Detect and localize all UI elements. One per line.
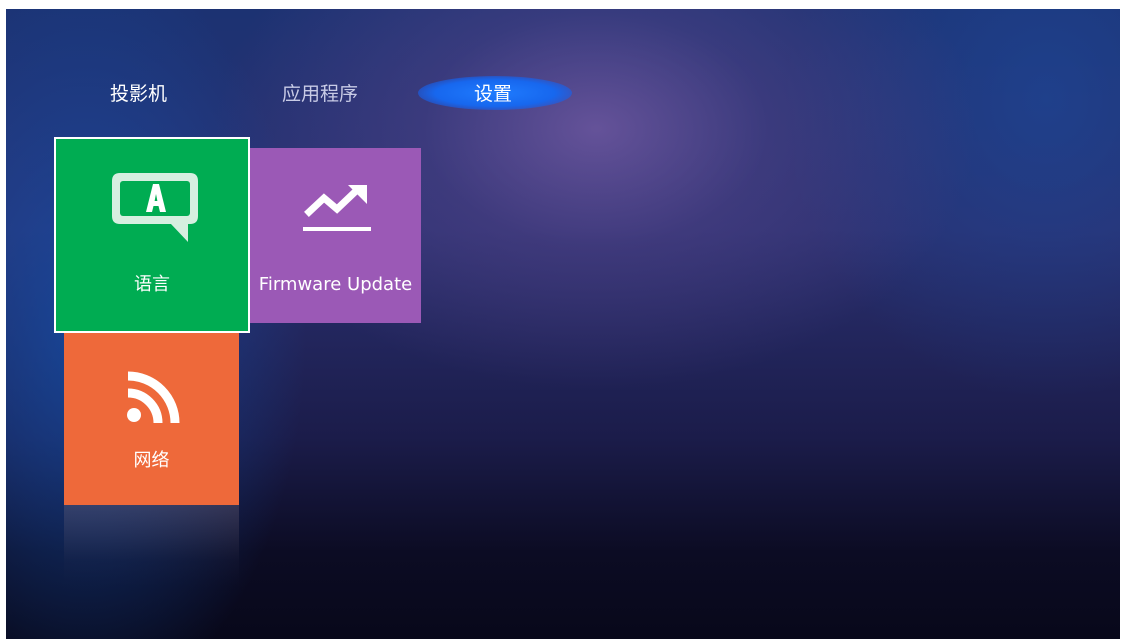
tab-apps[interactable]: 应用程序: [282, 81, 358, 107]
network-label: 网络: [133, 450, 170, 471]
firmware-update-label: Firmware Update: [258, 274, 413, 295]
network-tile[interactable]: 网络: [64, 331, 239, 505]
rss-icon: [127, 371, 180, 424]
tile-reflection: [64, 505, 239, 585]
top-tab-bar: 投影机 应用程序 设置: [6, 9, 1120, 139]
tab-projector[interactable]: 投影机: [110, 81, 167, 107]
language-label: 语言: [134, 274, 170, 295]
tab-settings[interactable]: 设置: [474, 81, 512, 107]
language-icon: [112, 173, 198, 242]
language-tile[interactable]: 语言: [54, 137, 250, 333]
trending-up-icon: [303, 185, 371, 231]
firmware-update-tile[interactable]: Firmware Update: [250, 148, 421, 323]
settings-screen: 投影机 应用程序 设置 Firmware Update 语言 网络: [6, 9, 1120, 639]
